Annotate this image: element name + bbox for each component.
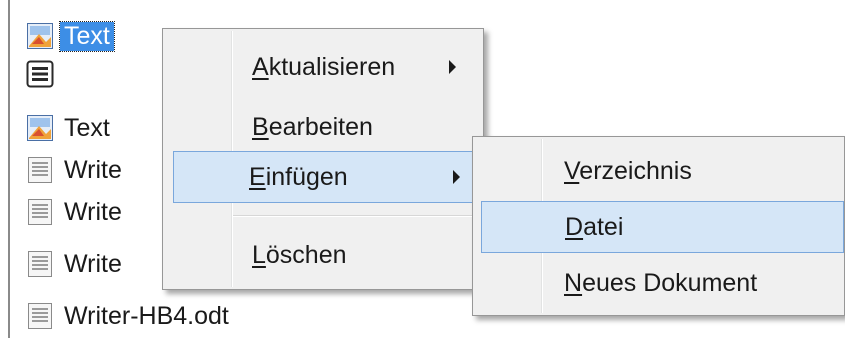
context-menu: Aktualisieren Bearbeiten Einfügen Lösche…	[162, 28, 484, 290]
tree-item-section[interactable]	[26, 56, 64, 92]
document-icon	[26, 302, 54, 330]
region-icon	[26, 22, 54, 50]
tree-item-label: Text	[64, 113, 110, 142]
menu-item-label: Löschen	[252, 240, 347, 269]
menu-item-label: Bearbeiten	[252, 112, 373, 141]
tree-item-writer-2[interactable]: Write	[26, 194, 122, 230]
menu-item-einfuegen[interactable]: Einfügen	[173, 151, 477, 203]
tree-item-label: Text	[59, 20, 115, 52]
menu-item-loeschen[interactable]: Löschen	[166, 229, 480, 281]
submenu-item-neues-dokument[interactable]: Neues Dokument	[476, 257, 841, 309]
menu-item-bearbeiten[interactable]: Bearbeiten	[166, 101, 480, 153]
tree-item-label: Write	[64, 197, 122, 226]
submenu-arrow-icon	[449, 60, 456, 74]
tree-item-label: Write	[64, 155, 122, 184]
tree-item-label: Write	[64, 249, 122, 278]
submenu-item-verzeichnis[interactable]: Verzeichnis	[476, 145, 841, 197]
tree-item-text-2[interactable]: Text	[26, 110, 110, 146]
tree-item-writer-3[interactable]: Write	[26, 246, 122, 282]
menu-item-label: Einfügen	[249, 162, 348, 191]
menu-separator	[233, 215, 479, 217]
section-icon	[26, 60, 54, 88]
tree-guide-line	[8, 0, 10, 338]
tree-item-text-1[interactable]: Text	[26, 18, 115, 54]
tree-item-label: Writer-HB4.odt	[64, 301, 229, 330]
menu-item-label: Neues Dokument	[564, 268, 758, 297]
menu-item-aktualisieren[interactable]: Aktualisieren	[166, 41, 480, 93]
region-icon	[26, 114, 54, 142]
document-icon	[26, 198, 54, 226]
menu-item-label: Datei	[565, 212, 624, 241]
document-icon	[26, 156, 54, 184]
tree-item-writer-hb4[interactable]: Writer-HB4.odt	[26, 298, 229, 334]
document-icon	[26, 250, 54, 278]
submenu-arrow-icon	[453, 170, 460, 184]
tree-item-writer-1[interactable]: Write	[26, 152, 122, 188]
submenu: Verzeichnis Datei Neues Dokument	[472, 136, 845, 316]
submenu-item-datei[interactable]: Datei	[481, 201, 844, 253]
menu-item-label: Verzeichnis	[564, 156, 692, 185]
menu-item-label: Aktualisieren	[252, 52, 396, 81]
